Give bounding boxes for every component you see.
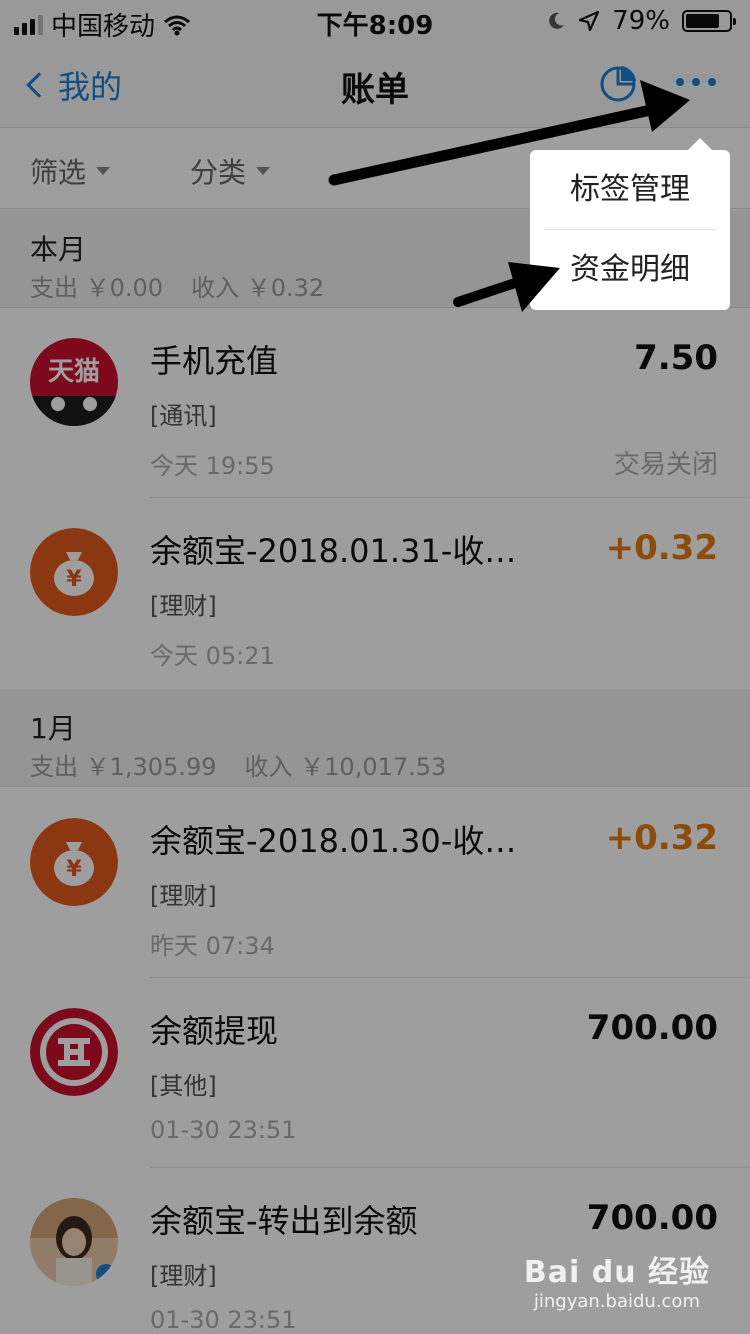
baidu-watermark: Bai du 经验 jingyan.baidu.com	[524, 1247, 710, 1312]
watermark-logo: Bai du 经验	[523, 1255, 710, 1290]
watermark-url: jingyan.baidu.com	[533, 1291, 700, 1312]
bill-page: 中国移动 下午8:09 79% 我的 账单 筛选 分类 本月 支出 ￥0.00 …	[0, 0, 750, 1334]
more-menu: 标签管理 资金明细	[530, 138, 730, 310]
menu-item-tag-management[interactable]: 标签管理	[530, 150, 730, 230]
menu-item-fund-details[interactable]: 资金明细	[530, 230, 730, 310]
